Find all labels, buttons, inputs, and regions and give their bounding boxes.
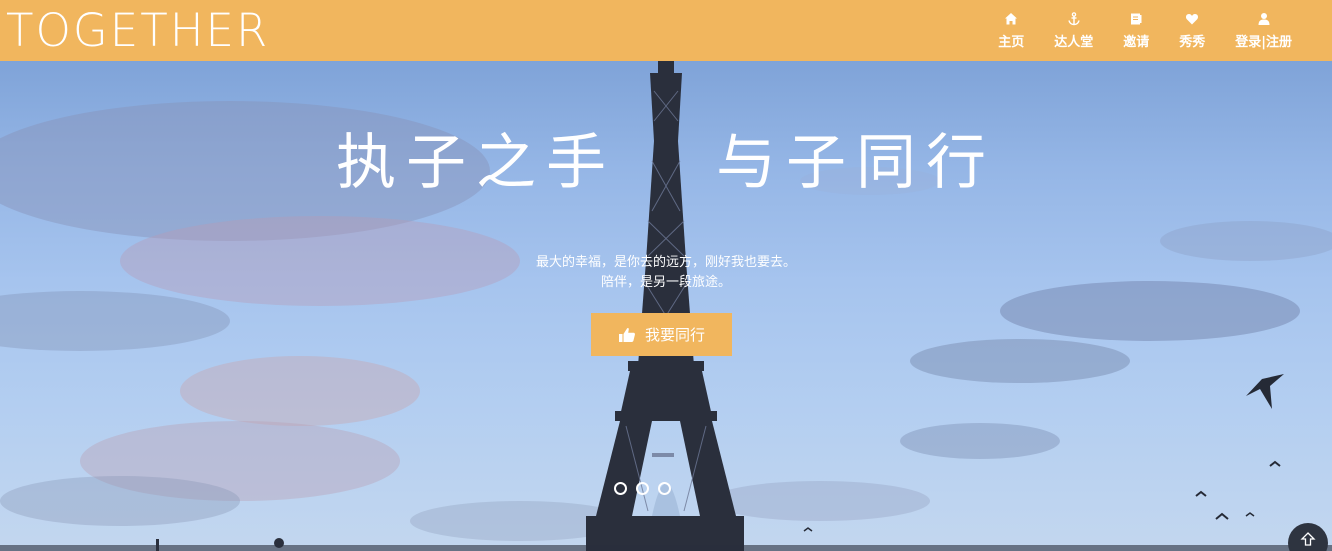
thumbs-up-icon (618, 327, 635, 342)
nav-item-show[interactable]: 秀秀 (1179, 0, 1205, 61)
nav-item-experts[interactable]: 达人堂 (1054, 0, 1093, 61)
top-navbar: TOGETHER 主页 达人堂 邀请 秀秀 登录|注册 (0, 0, 1332, 61)
nav-item-home[interactable]: 主页 (998, 0, 1024, 61)
slogan-left: 执子之手 (336, 128, 616, 198)
join-button[interactable]: 我要同行 (591, 313, 732, 356)
nav-label-experts: 达人堂 (1054, 35, 1094, 50)
slogan-right: 与子同行 (716, 128, 996, 198)
arrow-up-icon (1300, 532, 1316, 546)
nav-label-home: 主页 (998, 35, 1025, 50)
hero-subtext-line1: 最大的幸福，是你去的远方，刚好我也要去。 (535, 255, 796, 270)
carousel-dot-1[interactable] (614, 482, 627, 495)
main-nav: 主页 达人堂 邀请 秀秀 登录|注册 (968, 0, 1292, 61)
nav-label-login: 登录|注册 (1235, 35, 1292, 50)
nav-label-show: 秀秀 (1179, 35, 1206, 50)
user-icon (1258, 13, 1270, 25)
heart-icon (1186, 13, 1199, 25)
carousel-indicators (614, 482, 680, 495)
nav-item-login[interactable]: 登录|注册 (1235, 0, 1292, 61)
brand-logo[interactable]: TOGETHER (6, 5, 269, 57)
join-button-label: 我要同行 (644, 326, 705, 344)
carousel-dot-3[interactable] (658, 482, 671, 495)
carousel-dot-2[interactable] (636, 482, 649, 495)
hero-subtext-line2: 陪伴，是另一段旅途。 (600, 275, 731, 290)
invite-icon (1131, 13, 1142, 25)
hero-slogan: 执子之手 与子同行 (0, 123, 1332, 203)
nav-item-invite[interactable]: 邀请 (1123, 0, 1149, 61)
hero-carousel: 执子之手 与子同行 最大的幸福，是你去的远方，刚好我也要去。 陪伴，是另一段旅途。… (0, 61, 1332, 551)
anchor-icon (1067, 12, 1080, 26)
home-icon (1005, 13, 1018, 25)
nav-label-invite: 邀请 (1123, 35, 1150, 50)
